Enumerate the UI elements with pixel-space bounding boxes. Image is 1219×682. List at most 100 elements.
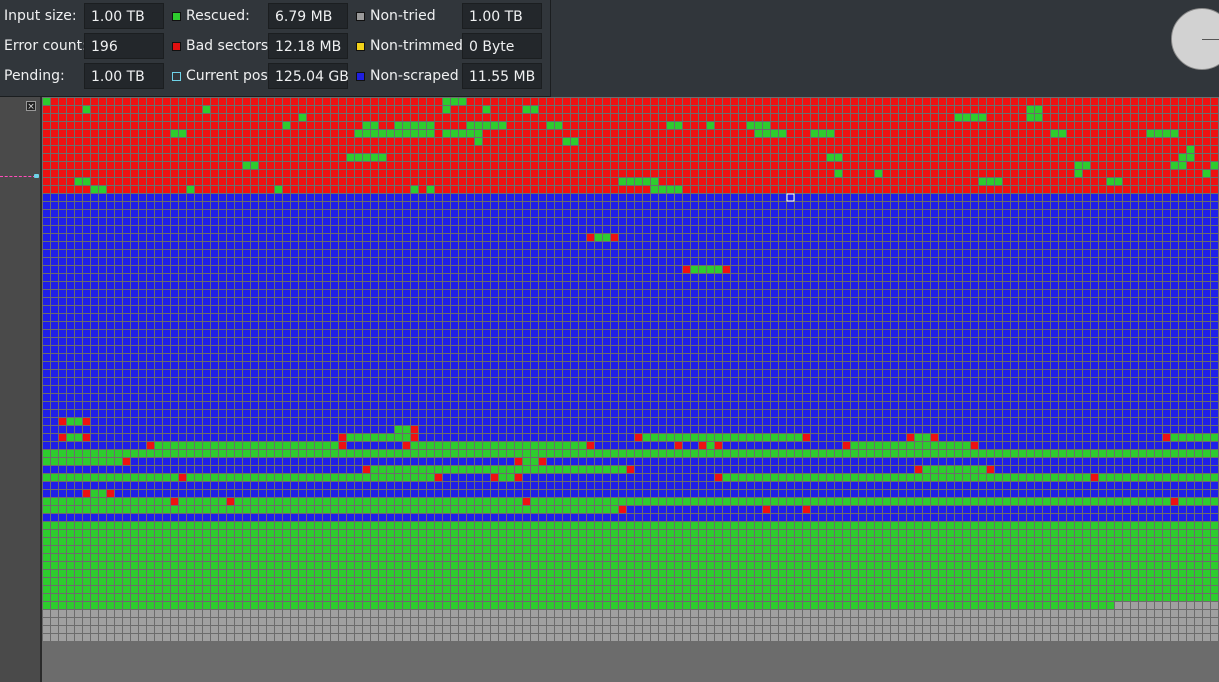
block-cell (883, 306, 890, 313)
block-cell (267, 306, 274, 313)
block-cell (459, 122, 466, 129)
block-cell (1163, 146, 1170, 153)
close-icon[interactable]: × (26, 101, 36, 112)
block-cell (331, 106, 338, 113)
block-cell (275, 338, 282, 345)
block-cell (91, 170, 98, 177)
block-cell (1163, 202, 1170, 209)
block-cell (867, 314, 874, 321)
block-cell (187, 202, 194, 209)
block-cell (211, 290, 218, 297)
block-cell (275, 242, 282, 249)
block-cell (803, 338, 810, 345)
block-cell (611, 146, 618, 153)
block-cell (811, 290, 818, 297)
block-cell (331, 258, 338, 265)
block-cell (707, 354, 714, 361)
block-cell (267, 138, 274, 145)
block-cell (627, 290, 634, 297)
position-marker-handle[interactable] (34, 174, 39, 178)
block-cell (691, 258, 698, 265)
block-cell (1091, 306, 1098, 313)
block-cell (411, 162, 418, 169)
block-cell (507, 234, 514, 241)
block-cell (211, 274, 218, 281)
block-cell (627, 146, 634, 153)
block-cell (1179, 330, 1186, 337)
block-cell (899, 322, 906, 329)
block-cell (491, 362, 498, 369)
block-cell (99, 218, 106, 225)
block-cell (1187, 330, 1194, 337)
block-cell (1107, 266, 1114, 273)
block-cell (251, 362, 258, 369)
block-cell (1139, 202, 1146, 209)
block-cell (131, 362, 138, 369)
block-map[interactable] (42, 97, 1219, 682)
block-cell (1099, 154, 1106, 161)
block-cell (203, 194, 210, 201)
block-cell (51, 354, 58, 361)
block-cell (131, 266, 138, 273)
block-cell (211, 306, 218, 313)
block-cell (1075, 274, 1082, 281)
block-cell (427, 138, 434, 145)
block-cell (739, 322, 746, 329)
block-cell (763, 330, 770, 337)
block-cell (283, 130, 290, 137)
block-cell (1147, 210, 1154, 217)
block-cell (371, 338, 378, 345)
block-cell (891, 138, 898, 145)
block-cell (227, 162, 234, 169)
block-cell (219, 298, 226, 305)
block-cell (1211, 226, 1218, 233)
block-cell (251, 106, 258, 113)
block-cell (59, 338, 66, 345)
block-cell (371, 250, 378, 257)
block-cell (739, 98, 746, 105)
block-cell (1011, 290, 1018, 297)
block-cell (699, 306, 706, 313)
block-cell (1043, 218, 1050, 225)
block-cell (547, 258, 554, 265)
block-cell (555, 282, 562, 289)
block-cell (267, 186, 274, 193)
block-cell (67, 330, 74, 337)
block-cell (699, 266, 706, 273)
block-cell (931, 106, 938, 113)
block-cell (1067, 138, 1074, 145)
block-cell (579, 162, 586, 169)
block-cell (547, 266, 554, 273)
block-cell (1067, 266, 1074, 273)
block-cell (195, 330, 202, 337)
block-cell (91, 218, 98, 225)
block-cell (667, 162, 674, 169)
block-cell (1139, 162, 1146, 169)
block-cell (491, 306, 498, 313)
block-cell (883, 330, 890, 337)
block-cell (771, 226, 778, 233)
block-cell (347, 106, 354, 113)
block-cell (1211, 146, 1218, 153)
block-cell (91, 314, 98, 321)
block-cell (843, 146, 850, 153)
block-cell (427, 274, 434, 281)
block-cell (683, 298, 690, 305)
block-cell (115, 322, 122, 329)
block-cell (187, 282, 194, 289)
block-cell (395, 322, 402, 329)
block-cell (299, 346, 306, 353)
block-cell (787, 266, 794, 273)
block-cell (211, 242, 218, 249)
block-cell (267, 330, 274, 337)
block-cell (587, 138, 594, 145)
block-cell (819, 130, 826, 137)
block-cell (587, 362, 594, 369)
block-cell (1187, 114, 1194, 121)
position-sidebar[interactable] (0, 97, 40, 682)
block-cell (139, 114, 146, 121)
block-cell (739, 202, 746, 209)
block-cell (899, 250, 906, 257)
block-cell (387, 250, 394, 257)
block-cell (947, 250, 954, 257)
